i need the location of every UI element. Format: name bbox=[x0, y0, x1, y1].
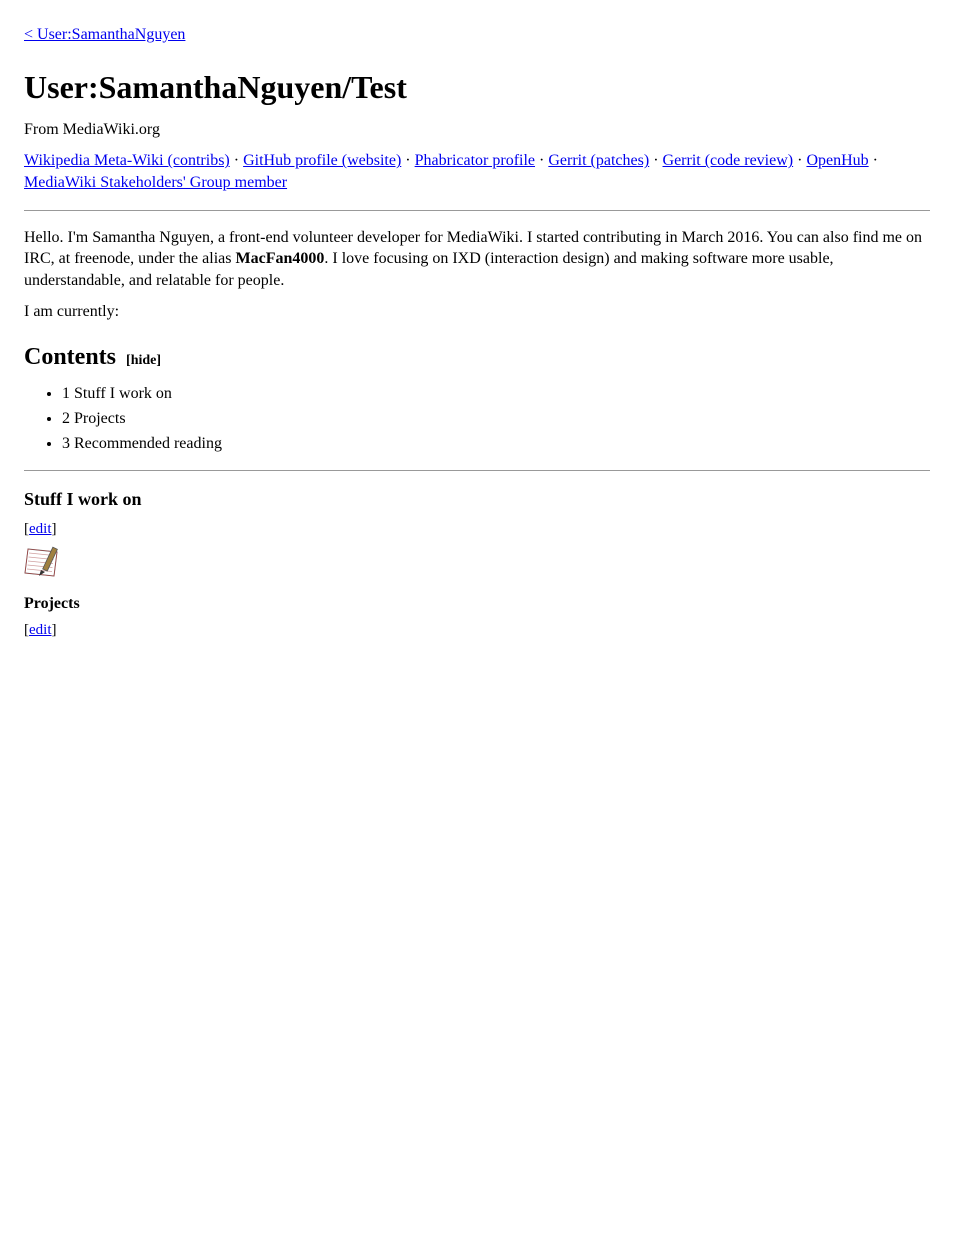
nav-link-openhub[interactable]: OpenHub bbox=[806, 152, 868, 169]
list-intro: I am currently: bbox=[24, 301, 930, 323]
toc-heading: Contents bbox=[24, 344, 116, 370]
divider bbox=[24, 470, 930, 471]
alias: MacFan4000 bbox=[235, 250, 324, 267]
nav-link-gerrit-review[interactable]: Gerrit (code review) bbox=[663, 152, 794, 169]
edit-link-projects[interactable]: edit bbox=[29, 622, 52, 638]
intro-paragraph: Hello. I'm Samantha Nguyen, a front-end … bbox=[24, 227, 930, 292]
section-stuff-i-work-on: Stuff I work on bbox=[24, 487, 930, 511]
divider bbox=[24, 210, 930, 211]
nav-link-gerrit-patches[interactable]: Gerrit (patches) bbox=[548, 152, 649, 169]
nav-links: Wikipedia Meta-Wiki (contribs) · GitHub … bbox=[24, 150, 930, 193]
page-title: User:SamanthaNguyen/Test bbox=[24, 66, 930, 109]
nav-link-stakeholders[interactable]: MediaWiki Stakeholders' Group member bbox=[24, 174, 287, 191]
toc-item-2[interactable]: 2 Projects bbox=[62, 408, 930, 430]
toc-item-3[interactable]: 3 Recommended reading bbox=[62, 433, 930, 455]
edit-link-stuff[interactable]: edit bbox=[29, 521, 52, 537]
nav-link-meta[interactable]: Wikipedia Meta-Wiki (contribs) bbox=[24, 152, 230, 169]
nav-link-github[interactable]: GitHub profile (website) bbox=[243, 152, 401, 169]
toc-toggle[interactable]: [hide] bbox=[126, 353, 161, 368]
section-extensions-heading bbox=[24, 651, 930, 669]
note-edit-icon bbox=[24, 546, 64, 581]
parent-page-link[interactable]: < User:SamanthaNguyen bbox=[24, 24, 930, 46]
toc-list: 1 Stuff I work on 2 Projects 3 Recommend… bbox=[24, 383, 930, 454]
table-of-contents: Contents [hide] 1 Stuff I work on 2 Proj… bbox=[24, 341, 930, 454]
section-projects: Projects bbox=[24, 593, 930, 615]
nav-link-phabricator[interactable]: Phabricator profile bbox=[415, 152, 535, 169]
toc-item-1[interactable]: 1 Stuff I work on bbox=[62, 383, 930, 405]
breadcrumb: From MediaWiki.org bbox=[24, 119, 930, 141]
